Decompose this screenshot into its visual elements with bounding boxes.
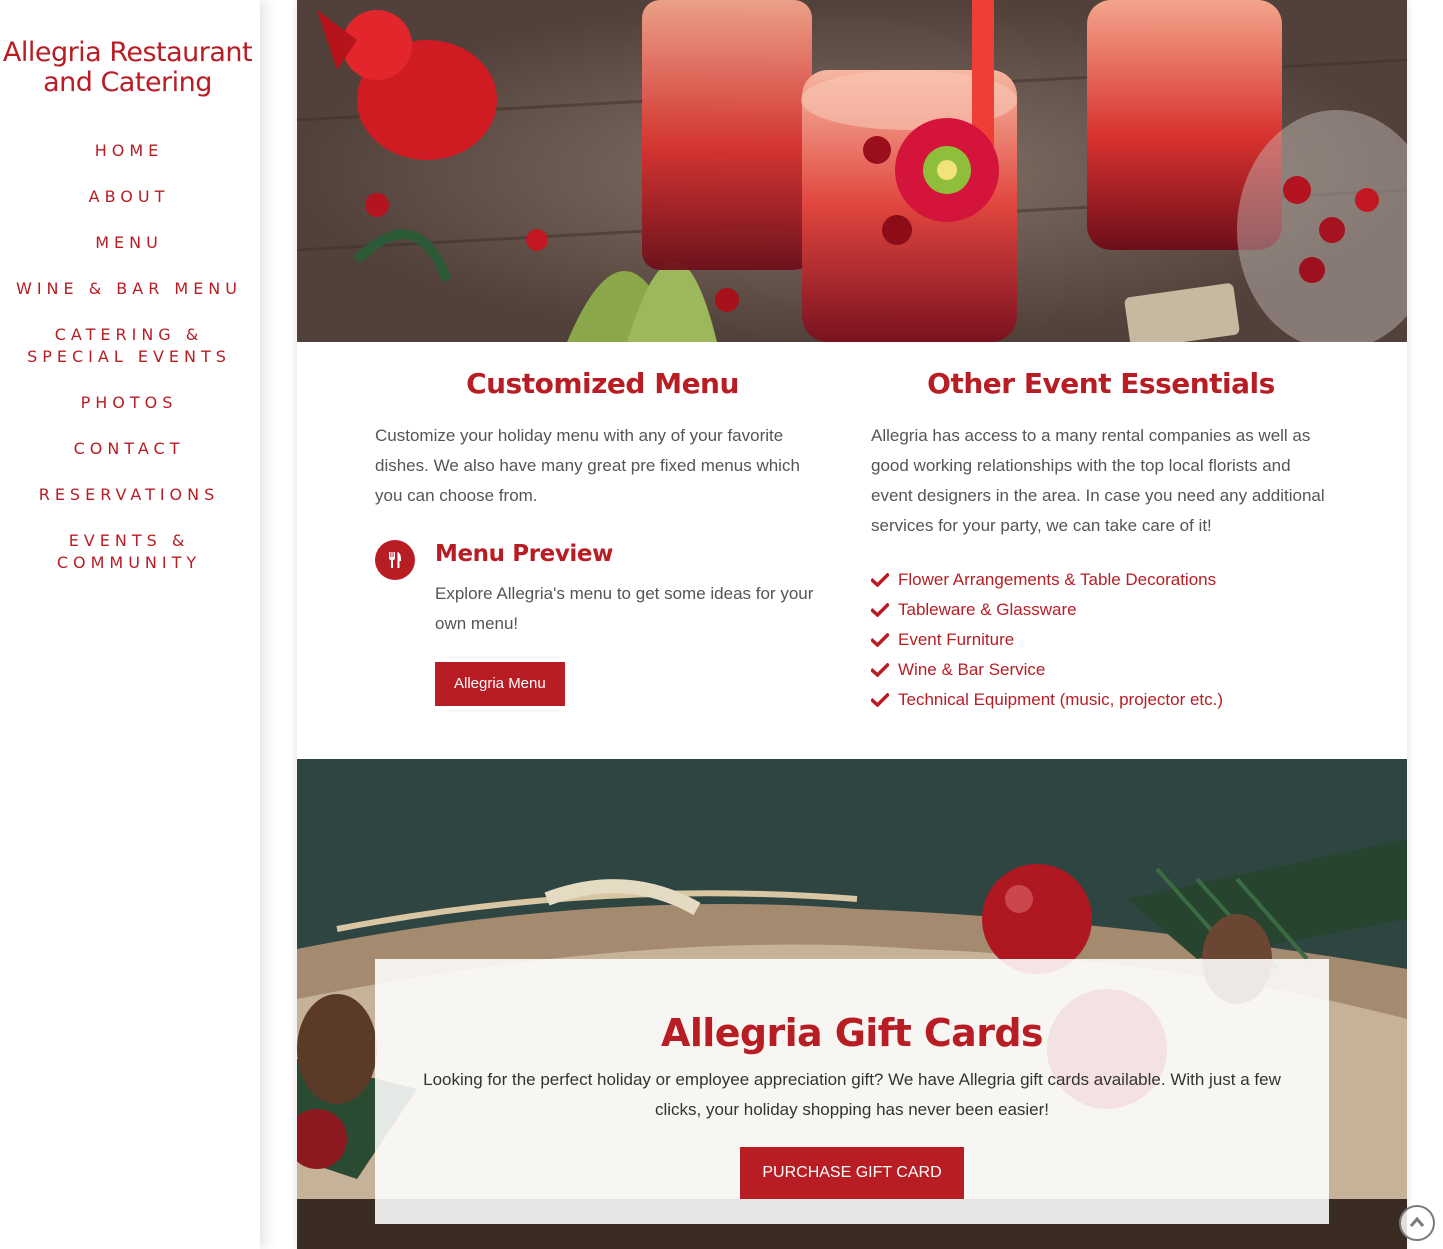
list-item-label: Technical Equipment (music, projector et…	[898, 690, 1224, 709]
customized-menu-section: Customized Menu Customize your holiday m…	[375, 365, 830, 706]
checkmark-icon	[871, 603, 898, 617]
list-item: Flower Arrangements & Table Decorations	[871, 565, 1331, 595]
gift-cards-text: Looking for the perfect holiday or emplo…	[423, 1070, 1281, 1119]
list-item: Technical Equipment (music, projector et…	[871, 685, 1331, 715]
fork-knife-glyph	[389, 552, 401, 568]
list-item: Event Furniture	[871, 625, 1331, 655]
nav-item-catering[interactable]: CATERING & SPECIAL EVENTS	[0, 324, 258, 368]
main-content: Customized Menu Customize your holiday m…	[297, 0, 1407, 1249]
gift-cards-box: Allegria Gift Cards Looking for the perf…	[375, 959, 1329, 1224]
nav-item-catering-line2: SPECIAL EVENTS	[27, 347, 231, 366]
gift-cards-title: Allegria Gift Cards	[661, 1011, 1044, 1055]
hero-illustration	[297, 0, 1407, 342]
purchase-gift-card-button[interactable]: PURCHASE GIFT CARD	[740, 1147, 964, 1199]
menu-preview-feature: Menu Preview Explore Allegria's menu to …	[375, 537, 830, 706]
nav-item-contact[interactable]: CONTACT	[0, 438, 258, 460]
nav-item-wine-bar-menu[interactable]: WINE & BAR MENU	[0, 278, 258, 300]
nav-item-menu[interactable]: MENU	[0, 232, 258, 254]
menu-preview-title: Menu Preview	[435, 541, 613, 567]
nav-item-photos[interactable]: PHOTOS	[0, 392, 258, 414]
nav-item-events-line1: EVENTS &	[68, 531, 190, 550]
hero-image-holiday-drinks	[297, 0, 1407, 342]
list-item-label: Tableware & Glassware	[898, 600, 1077, 619]
event-essentials-title: Other Event Essentials	[927, 367, 1275, 400]
gift-cards-section: Allegria Gift Cards Looking for the perf…	[297, 759, 1407, 1249]
event-essentials-text: Allegria has access to a many rental com…	[871, 426, 1325, 535]
nav-item-about[interactable]: ABOUT	[0, 186, 258, 208]
list-item: Wine & Bar Service	[871, 655, 1331, 685]
list-item-label: Wine & Bar Service	[898, 660, 1046, 679]
fork-knife-icon	[375, 540, 415, 580]
allegria-menu-button[interactable]: Allegria Menu	[435, 662, 565, 706]
site-title[interactable]: Allegria Restaurant and Catering	[0, 38, 255, 98]
event-essentials-list: Flower Arrangements & Table Decorations …	[871, 565, 1331, 715]
list-item-label: Event Furniture	[898, 630, 1015, 649]
site-title-line1: Allegria Restaurant	[2, 37, 253, 68]
main-nav: HOME ABOUT MENU WINE & BAR MENU CATERING…	[0, 140, 258, 598]
nav-item-catering-line1: CATERING &	[54, 325, 204, 344]
site-title-line2: and Catering	[43, 67, 212, 98]
nav-item-events-line2: COMMUNITY	[56, 553, 202, 572]
nav-item-events-community[interactable]: EVENTS & COMMUNITY	[0, 530, 258, 574]
checkmark-icon	[871, 573, 898, 587]
nav-item-reservations[interactable]: RESERVATIONS	[0, 484, 258, 506]
checkmark-icon	[871, 633, 898, 647]
list-item: Tableware & Glassware	[871, 595, 1331, 625]
chevron-up-icon	[1409, 1216, 1425, 1227]
list-item-label: Flower Arrangements & Table Decorations	[898, 570, 1217, 589]
customized-menu-title: Customized Menu	[466, 367, 739, 400]
sidebar: Allegria Restaurant and Catering HOME AB…	[0, 0, 260, 1249]
checkmark-icon	[871, 663, 898, 677]
scroll-to-top-button[interactable]	[1399, 1205, 1435, 1241]
nav-item-home[interactable]: HOME	[0, 140, 258, 162]
checkmark-icon	[871, 693, 898, 707]
customized-menu-text: Customize your holiday menu with any of …	[375, 426, 800, 505]
menu-preview-text: Explore Allegria's menu to get some idea…	[435, 584, 814, 633]
event-essentials-section: Other Event Essentials Allegria has acce…	[871, 365, 1331, 715]
